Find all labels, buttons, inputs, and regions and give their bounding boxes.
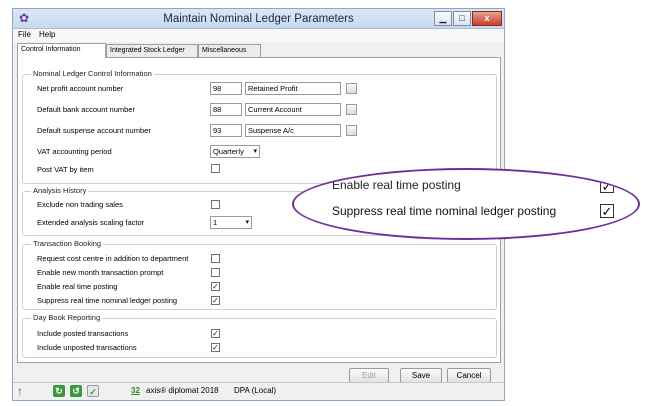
callout-real-time-posting-checkbox: ✓	[600, 179, 614, 194]
suspense-label: Default suspense account number	[37, 126, 151, 135]
scaling-factor-value: 1	[213, 218, 218, 227]
group-title: Transaction Booking	[31, 239, 104, 248]
cost-centre-label: Request cost centre in addition to depar…	[37, 254, 189, 263]
suspense-name-field: Suspense A/c	[245, 124, 341, 137]
suppress-nl-posting-checkbox[interactable]: ✓	[211, 296, 220, 305]
menu-file[interactable]: File	[18, 30, 31, 39]
chevron-down-icon: ▾	[245, 219, 249, 226]
tab-miscellaneous[interactable]: Miscellaneous	[198, 44, 261, 57]
group-title: Day Book Reporting	[31, 313, 103, 322]
status-server: DPA (Local)	[234, 386, 277, 395]
day-book-group: Day Book Reporting Include posted transa…	[22, 313, 497, 358]
scaling-factor-select[interactable]: 1 ▾	[210, 216, 252, 229]
bank-name-field: Current Account	[245, 103, 341, 116]
tab-control-information[interactable]: Control Information	[17, 43, 106, 58]
suppress-nl-posting-label: Suppress real time nominal ledger postin…	[37, 296, 178, 305]
transaction-booking-group: Transaction Booking Request cost centre …	[22, 239, 497, 310]
zoom-callout: Enable real time posting ✓ Suppress real…	[292, 168, 640, 240]
net-profit-lookup-button[interactable]	[346, 83, 357, 94]
new-month-prompt-label: Enable new month transaction prompt	[37, 268, 164, 277]
bank-lookup-button[interactable]	[346, 104, 357, 115]
menu-bar: File Help	[13, 29, 504, 42]
new-month-prompt-checkbox[interactable]	[211, 268, 220, 277]
window-title: Maintain Nominal Ledger Parameters	[163, 13, 354, 25]
scaling-factor-label: Extended analysis scaling factor	[37, 218, 145, 227]
include-unposted-label: Include unposted transactions	[37, 343, 137, 352]
tab-integrated-stock-ledger[interactable]: Integrated Stock Ledger	[106, 44, 198, 57]
suspense-code-input[interactable]: 93	[210, 124, 242, 137]
include-posted-checkbox[interactable]: ✓	[211, 329, 220, 338]
net-profit-name-field: Retained Profit	[245, 82, 341, 95]
suspense-lookup-button[interactable]	[346, 125, 357, 136]
bank-code-input[interactable]: 88	[210, 103, 242, 116]
status-product: axis® diplomat 2018	[146, 386, 219, 395]
minimize-button[interactable]: ▁	[434, 11, 452, 26]
callout-real-time-posting-label: Enable real time posting	[332, 178, 461, 192]
close-button[interactable]: x	[472, 11, 502, 26]
chevron-down-icon: ▾	[253, 148, 257, 155]
refresh-icon[interactable]: ↻	[53, 385, 65, 397]
post-vat-label: Post VAT by item	[37, 165, 94, 174]
post-vat-checkbox[interactable]	[211, 164, 220, 173]
vat-period-label: VAT accounting period	[37, 147, 112, 156]
include-posted-label: Include posted transactions	[37, 329, 129, 338]
bank-label: Default bank account number	[37, 105, 135, 114]
cancel-button[interactable]: Cancel	[447, 368, 491, 383]
include-unposted-checkbox[interactable]: ✓	[211, 343, 220, 352]
sync-icon[interactable]: ↺	[70, 385, 82, 397]
title-bar: ✿ Maintain Nominal Ledger Parameters ▁ □…	[13, 9, 504, 29]
group-title: Analysis History	[31, 186, 89, 195]
exclude-non-trading-checkbox[interactable]	[211, 200, 220, 209]
maximize-button[interactable]: □	[453, 11, 471, 26]
callout-suppress-nl-posting-checkbox: ✓	[600, 204, 614, 219]
exclude-non-trading-label: Exclude non trading sales	[37, 200, 123, 209]
vat-period-value: Quarterly	[213, 147, 244, 156]
cost-centre-checkbox[interactable]	[211, 254, 220, 263]
status-number: 32	[131, 386, 140, 395]
vat-period-select[interactable]: Quarterly ▾	[210, 145, 260, 158]
real-time-posting-checkbox[interactable]: ✓	[211, 282, 220, 291]
nominal-ledger-group: Nominal Ledger Control Information Net p…	[22, 69, 497, 184]
checklist-icon[interactable]: ✓	[87, 385, 99, 397]
edit-button[interactable]: Edit	[349, 368, 389, 383]
group-title: Nominal Ledger Control Information	[31, 69, 154, 78]
net-profit-label: Net profit account number	[37, 84, 124, 93]
save-button[interactable]: Save	[400, 368, 442, 383]
net-profit-code-input[interactable]: 98	[210, 82, 242, 95]
status-bar: ↑ ↻ ↺ ✓ 32 axis® diplomat 2018 DPA (Loca…	[13, 382, 504, 400]
callout-suppress-nl-posting-label: Suppress real time nominal ledger postin…	[332, 204, 557, 218]
arrow-up-icon[interactable]: ↑	[17, 384, 23, 398]
real-time-posting-label: Enable real time posting	[37, 282, 118, 291]
menu-help[interactable]: Help	[39, 30, 55, 39]
